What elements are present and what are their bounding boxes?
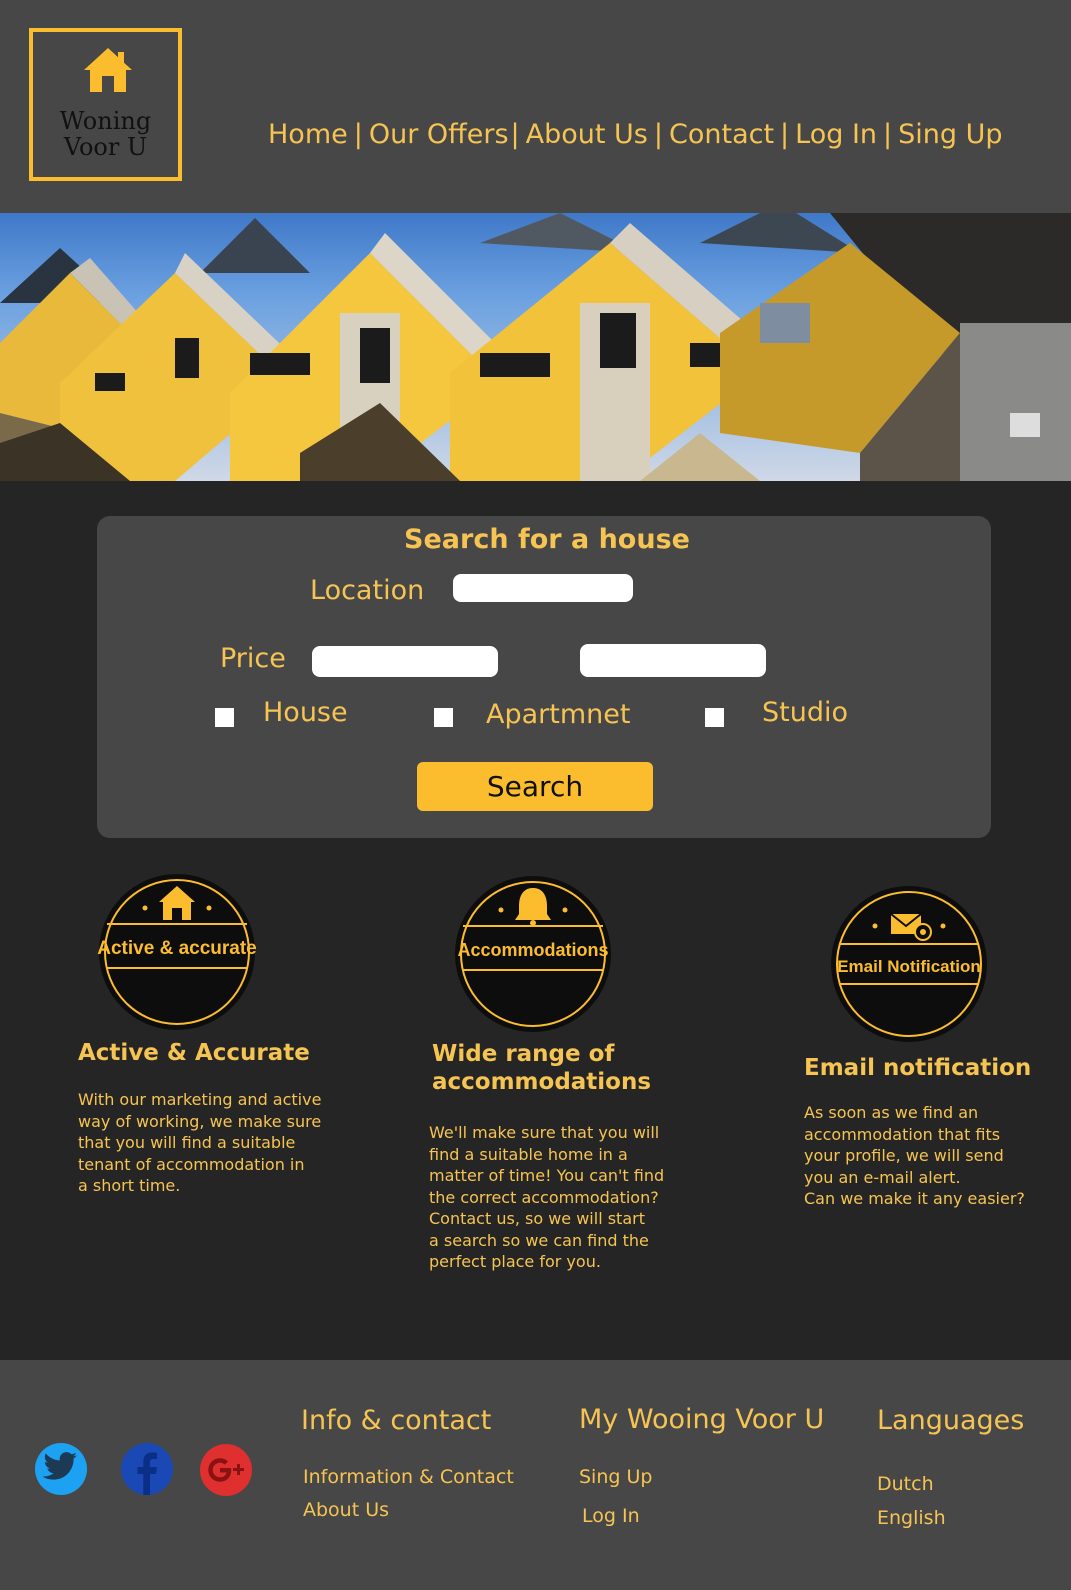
feature-title-active: Active & Accurate <box>78 1040 310 1066</box>
apartment-label: Apartmnet <box>486 699 631 730</box>
search-title: Search for a house <box>404 524 690 555</box>
twitter-icon[interactable] <box>35 1443 87 1495</box>
nav-separator: | <box>883 118 893 150</box>
feature-text-active: With our marketing and active way of wor… <box>78 1089 321 1197</box>
badge-text: Active & accurate <box>97 938 256 959</box>
badge-text: Email Notification <box>837 957 981 976</box>
language-english[interactable]: English <box>877 1507 946 1529</box>
search-panel: Search for a house Location Price House … <box>97 516 991 838</box>
price-label: Price <box>220 643 286 674</box>
nav-our-offers[interactable]: Our Offers <box>369 119 509 150</box>
nav-log-in[interactable]: Log In <box>795 119 877 150</box>
nav-about-us[interactable]: About Us <box>526 119 648 150</box>
nav-home[interactable]: Home <box>268 119 348 150</box>
site-header: Woning Voor U Home | Our Offers | About … <box>0 0 1071 213</box>
text-line: As soon as we find an <box>804 1103 979 1122</box>
price-min-input[interactable] <box>312 646 498 677</box>
house-icon <box>84 48 132 92</box>
languages-heading: Languages <box>877 1405 1025 1436</box>
studio-checkbox[interactable] <box>705 708 724 727</box>
facebook-icon[interactable] <box>121 1443 173 1495</box>
text-line: way of working, we make sure <box>78 1111 322 1131</box>
text-line: matter of time! You can't find <box>429 1166 665 1185</box>
footer-link-about-us[interactable]: About Us <box>303 1499 389 1521</box>
price-max-input[interactable] <box>580 644 766 677</box>
location-label: Location <box>310 575 425 606</box>
text-line: With our marketing and active <box>78 1090 322 1109</box>
text-line: your profile, we will send <box>804 1146 1004 1165</box>
studio-label: Studio <box>762 697 848 728</box>
text-line: We'll make sure that you will <box>429 1123 660 1142</box>
google-plus-icon[interactable] <box>200 1444 252 1496</box>
text-line: that you will find a suitable <box>78 1133 296 1152</box>
nav-sign-up[interactable]: Sing Up <box>898 119 1002 150</box>
footer-link-information-contact[interactable]: Information & Contact <box>303 1466 514 1488</box>
hero-image <box>0 213 1071 481</box>
nav-separator: | <box>653 118 663 150</box>
title-line: accommodations <box>432 1069 652 1095</box>
text-line: the correct accommodation? <box>429 1187 659 1207</box>
feature-text-range: We'll make sure that you will find a sui… <box>429 1122 664 1273</box>
house-checkbox[interactable] <box>215 708 234 727</box>
logo[interactable]: Woning Voor U <box>29 28 182 181</box>
text-line: a search so we can find the <box>429 1230 649 1250</box>
text-line: a short time. <box>78 1176 181 1195</box>
title-line: Wide range of <box>432 1041 615 1067</box>
search-button[interactable]: Search <box>417 762 653 811</box>
feature-title-email: Email notification <box>804 1055 1032 1081</box>
feature-text-email: As soon as we find an accommodation that… <box>804 1102 1025 1210</box>
feature-title-range: Wide range of accommodations <box>432 1040 651 1096</box>
main-nav: Home | Our Offers | About Us | Contact |… <box>268 112 1003 156</box>
my-account-heading: My Wooing Voor U <box>579 1404 825 1435</box>
nav-contact[interactable]: Contact <box>669 119 774 150</box>
text-line: Can we make it any easier? <box>804 1189 1025 1208</box>
text-line: tenant of accommodation in <box>78 1154 305 1174</box>
accommodations-badge: Accommodations <box>455 876 611 1032</box>
footer-link-log-in[interactable]: Log In <box>582 1505 640 1527</box>
info-contact-heading: Info & contact <box>301 1405 492 1436</box>
logo-text: Woning Voor U <box>33 108 178 160</box>
language-dutch[interactable]: Dutch <box>877 1473 934 1495</box>
apartment-checkbox[interactable] <box>434 708 453 727</box>
text-line: Contact us, so we will start <box>429 1209 645 1228</box>
text-line: accommodation that fits <box>804 1124 1001 1144</box>
house-label: House <box>263 697 348 728</box>
active-accurate-badge: Active & accurate <box>97 874 257 1030</box>
nav-separator: | <box>780 118 790 150</box>
location-input[interactable] <box>453 574 633 602</box>
text-line: perfect place for you. <box>429 1252 601 1271</box>
text-line: find a suitable home in a <box>429 1144 628 1164</box>
logo-line2: Voor U <box>63 133 148 161</box>
footer-link-sign-up[interactable]: Sing Up <box>579 1466 652 1488</box>
logo-line1: Woning <box>59 107 152 135</box>
nav-separator: | <box>510 118 520 150</box>
site-footer: Info & contact Information & Contact Abo… <box>0 1360 1071 1590</box>
cube-houses-illustration <box>0 213 1071 481</box>
text-line: you an e-mail alert. <box>804 1167 961 1187</box>
nav-separator: | <box>353 118 363 150</box>
badge-text: Accommodations <box>457 940 608 960</box>
email-notification-badge: Email Notification <box>831 886 987 1042</box>
